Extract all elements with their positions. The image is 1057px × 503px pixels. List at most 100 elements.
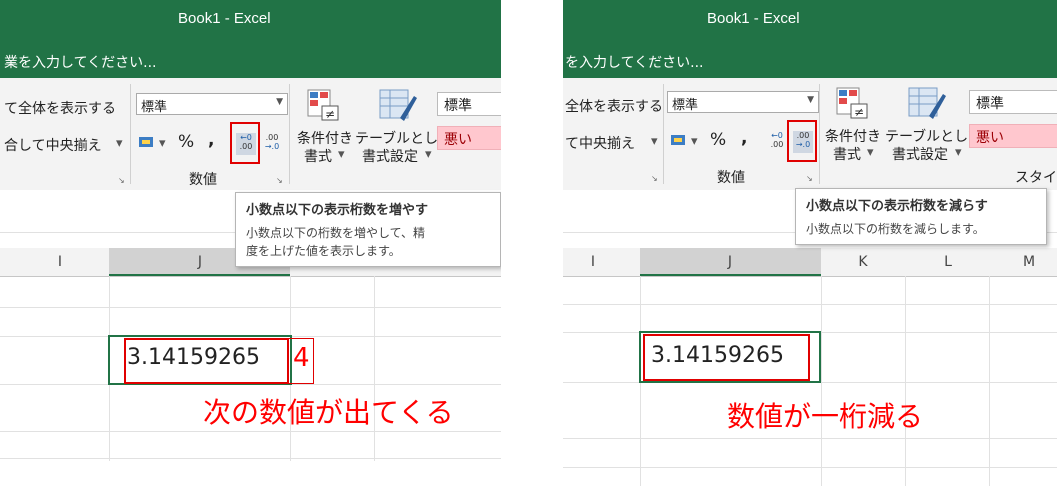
alignment-launcher-icon[interactable]: ↘ <box>651 174 658 183</box>
merge-dropdown-icon[interactable]: ▾ <box>116 136 123 151</box>
tell-me-input[interactable]: 業を入力してください... <box>4 52 157 72</box>
wrap-text-button[interactable]: 全体を表示する <box>565 96 663 116</box>
column-header-k[interactable]: K <box>843 254 883 270</box>
tell-me-bar[interactable]: 業を入力してください... <box>0 45 501 78</box>
conditional-format-button[interactable]: 条件付き <box>825 126 881 146</box>
wrap-text-button[interactable]: て全体を表示する <box>4 98 116 118</box>
merge-center-button[interactable]: て中央揃え <box>565 133 635 153</box>
highlight-box <box>787 120 817 162</box>
merge-dropdown-icon[interactable]: ▾ <box>651 134 658 149</box>
number-format-select[interactable]: 標準 ▼ <box>667 91 819 113</box>
cell-value: 3.14159265 <box>127 345 260 370</box>
conditional-format-button[interactable]: 条件付き <box>297 128 353 148</box>
chevron-down-icon: ▾ <box>867 145 874 160</box>
window-title: Book1 - Excel <box>178 10 271 27</box>
gridline <box>0 307 501 308</box>
column-header-row: I J K L M <box>563 248 1057 277</box>
column-header-i[interactable]: I <box>40 254 80 270</box>
conditional-format-sub[interactable]: 書式 <box>304 146 332 166</box>
merge-center-button[interactable]: 合して中央揃え <box>4 135 102 155</box>
style-normal[interactable]: 標準 <box>969 90 1057 114</box>
column-header-j[interactable]: J <box>710 254 750 270</box>
gridline <box>563 467 1057 468</box>
number-group-label: 数値 <box>717 170 745 186</box>
tooltip-title: 小数点以下の表示桁数を減らす <box>806 199 988 214</box>
comma-button[interactable]: , <box>208 130 214 150</box>
chevron-down-icon: ▾ <box>425 147 432 162</box>
title-bar: Book1 - Excel <box>0 0 501 45</box>
conditional-format-icon: ≠ <box>835 86 871 122</box>
column-header-j[interactable]: J <box>180 254 220 270</box>
right-excel-screenshot: Book1 - Excel を入力してください... 全体を表示する て中央揃え… <box>563 0 1057 503</box>
tooltip-body: 小数点以下の桁数を減らします。 <box>806 222 985 236</box>
style-bad[interactable]: 悪い <box>969 124 1057 148</box>
new-digit: 4 <box>293 343 310 373</box>
style-bad[interactable]: 悪い <box>437 126 501 150</box>
number-format-select[interactable]: 標準 ▼ <box>136 93 288 115</box>
number-launcher-icon[interactable]: ↘ <box>276 176 283 185</box>
tell-me-bar[interactable]: を入力してください... <box>563 45 1057 78</box>
decrease-decimal-label: .00 <box>265 133 279 142</box>
column-header-i[interactable]: I <box>573 254 613 270</box>
group-divider <box>289 84 290 184</box>
gridline <box>0 458 501 459</box>
annotation-text: 数値が一桁減る <box>727 400 924 433</box>
alignment-launcher-icon[interactable]: ↘ <box>118 176 125 185</box>
cell-value: 3.14159265 <box>651 343 784 368</box>
chevron-down-icon: ▼ <box>807 95 814 105</box>
percent-button[interactable]: % <box>178 132 194 152</box>
svg-text:≠: ≠ <box>854 105 864 119</box>
svg-text:≠: ≠ <box>325 107 335 121</box>
gridline <box>989 276 990 486</box>
highlight-box <box>230 122 260 164</box>
decrease-decimal-button[interactable]: .00 →.0 <box>262 133 282 155</box>
increase-decimal-button[interactable]: ←0.00 <box>767 131 787 153</box>
gridline <box>821 276 822 486</box>
currency-dropdown-icon[interactable]: ▾ <box>159 136 166 151</box>
gridline <box>563 438 1057 439</box>
ribbon: 全体を表示する て中央揃え ▾ ↘ 標準 ▼ ▾ % , ←0.00 .00 →.… <box>563 78 1057 191</box>
window-title: Book1 - Excel <box>707 10 800 27</box>
comma-button[interactable]: , <box>741 128 747 148</box>
column-header-l[interactable]: L <box>928 254 968 270</box>
format-as-table-icon <box>378 88 418 124</box>
tooltip-body: 小数点以下の桁数を増やして、精 度を上げた値を表示します。 <box>246 226 426 258</box>
format-as-table-sub[interactable]: 書式設定 <box>362 146 418 166</box>
chevron-down-icon: ▾ <box>955 145 962 160</box>
tell-me-input[interactable]: を入力してください... <box>565 52 704 72</box>
group-divider <box>130 84 131 184</box>
title-bar: Book1 - Excel <box>563 0 1057 45</box>
gridline <box>905 276 906 486</box>
chevron-down-icon: ▾ <box>338 147 345 162</box>
style-group-label: スタイ <box>1015 170 1057 186</box>
increase-decimal-label: .00 <box>770 140 784 149</box>
currency-format-icon[interactable] <box>670 132 688 148</box>
number-group-label: 数値 <box>189 172 217 188</box>
conditional-format-sub[interactable]: 書式 <box>833 144 861 164</box>
column-header-m[interactable]: M <box>1009 254 1049 270</box>
tooltip-title: 小数点以下の表示桁数を増やす <box>246 203 429 218</box>
format-as-table-icon <box>907 86 947 122</box>
number-format-value: 標準 <box>141 100 168 115</box>
gridline <box>374 276 375 461</box>
tooltip: 小数点以下の表示桁数を減らす 小数点以下の桁数を減らします。 <box>795 188 1047 245</box>
format-as-table-button[interactable]: テーブルとして <box>885 126 982 146</box>
conditional-format-icon: ≠ <box>306 88 342 124</box>
gridline <box>0 431 501 432</box>
tooltip: 小数点以下の表示桁数を増やす 小数点以下の桁数を増やして、精 度を上げた値を表示… <box>235 192 501 267</box>
percent-button[interactable]: % <box>710 130 726 150</box>
left-excel-screenshot: Book1 - Excel 業を入力してください... て全体を表示する 合して… <box>0 0 501 503</box>
number-launcher-icon[interactable]: ↘ <box>806 174 813 183</box>
number-format-value: 標準 <box>672 98 699 113</box>
group-divider <box>663 84 664 184</box>
currency-format-icon[interactable] <box>138 134 156 150</box>
chevron-down-icon: ▼ <box>276 97 283 107</box>
increase-decimal-icon: ←0 <box>771 131 783 140</box>
style-normal[interactable]: 標準 <box>437 92 501 116</box>
annotation-text: 次の数値が出てくる <box>203 396 454 429</box>
group-divider <box>819 84 820 184</box>
format-as-table-sub[interactable]: 書式設定 <box>892 144 948 164</box>
currency-dropdown-icon[interactable]: ▾ <box>691 134 698 149</box>
ribbon: て全体を表示する 合して中央揃え ▾ ↘ 標準 ▼ ▾ % , ←0.00 .0… <box>0 78 501 191</box>
gridline <box>563 304 1057 305</box>
